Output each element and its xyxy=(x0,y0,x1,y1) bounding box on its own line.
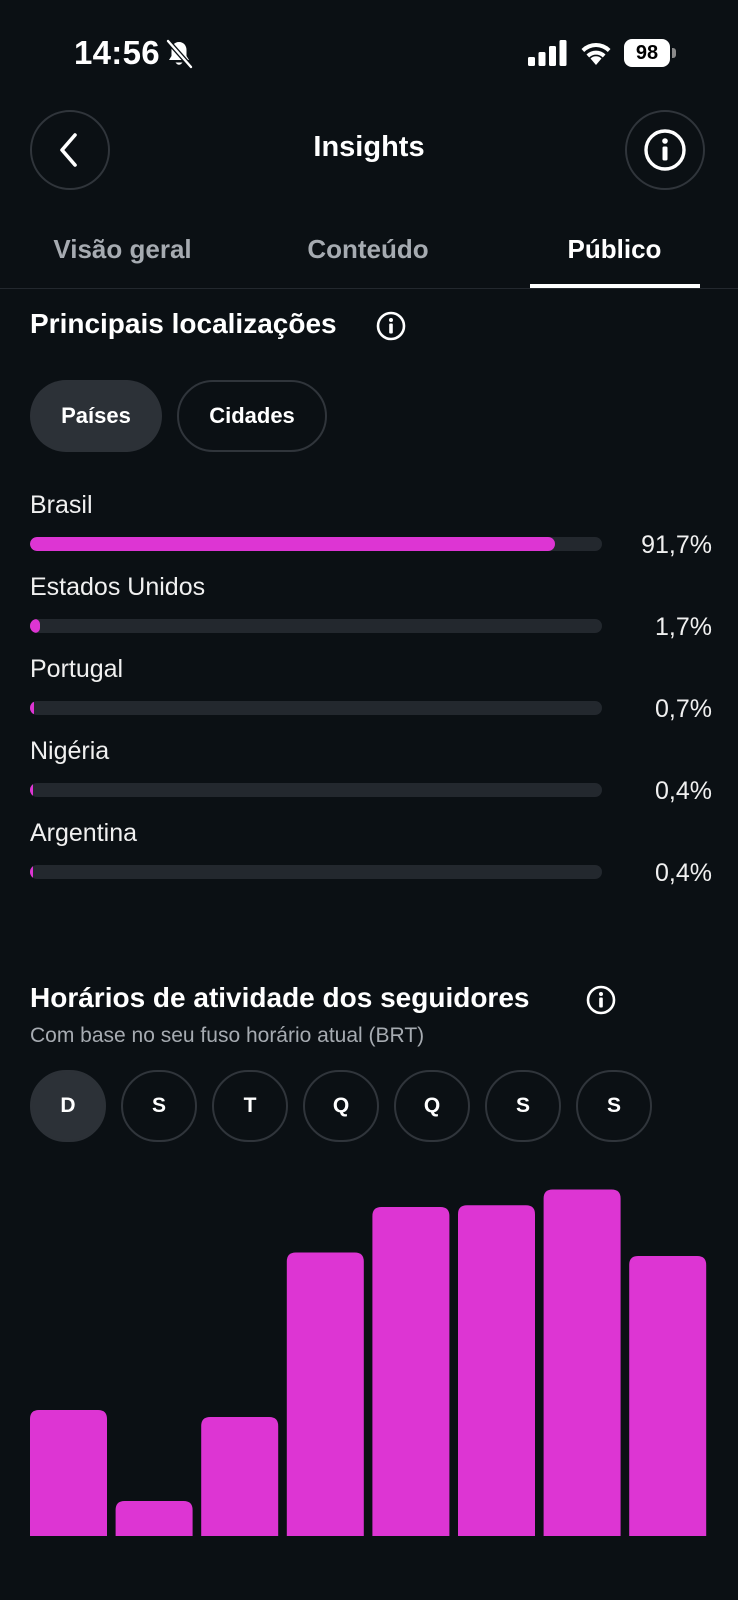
location-bar-fill xyxy=(30,537,555,551)
location-row: Nigéria 0,4% xyxy=(30,737,712,819)
location-bar-track xyxy=(30,537,602,551)
location-bar-track xyxy=(30,701,602,715)
info-button[interactable] xyxy=(625,110,705,190)
battery-icon: 98 xyxy=(624,39,676,67)
activity-bar[interactable] xyxy=(201,1417,279,1536)
activity-bar[interactable] xyxy=(115,1501,193,1536)
filter-paises[interactable]: Países xyxy=(30,380,162,452)
location-bar-track xyxy=(30,865,602,879)
location-name: Nigéria xyxy=(30,737,110,765)
tab-bar: Visão geral Conteúdo Público xyxy=(0,220,738,288)
battery-level: 98 xyxy=(624,39,670,67)
location-percent: 0,4% xyxy=(655,777,712,805)
activity-bar-chart xyxy=(30,1189,707,1537)
day-chip-segunda[interactable]: S xyxy=(121,1070,197,1142)
day-chip-domingo[interactable]: D xyxy=(30,1070,106,1142)
activity-bar[interactable] xyxy=(458,1205,535,1536)
activity-bar[interactable] xyxy=(543,1189,621,1537)
info-icon xyxy=(644,129,686,171)
location-name: Brasil xyxy=(30,491,93,519)
location-bar-fill xyxy=(30,783,33,797)
location-bar-track xyxy=(30,619,602,633)
location-row: Argentina 0,4% xyxy=(30,819,712,901)
insights-screen: 14:56 98 Insights Visão geral Conteúdo P… xyxy=(0,0,738,1600)
location-row: Portugal 0,7% xyxy=(30,655,712,737)
day-chip-quinta[interactable]: Q xyxy=(394,1070,470,1142)
filter-cidades[interactable]: Cidades xyxy=(177,380,327,452)
locations-info-icon[interactable] xyxy=(376,311,406,341)
tab-publico[interactable]: Público xyxy=(491,234,738,265)
day-chip-terca[interactable]: T xyxy=(212,1070,288,1142)
day-chip-quarta[interactable]: Q xyxy=(303,1070,379,1142)
activity-bar[interactable] xyxy=(286,1252,364,1537)
activity-bar[interactable] xyxy=(372,1207,450,1536)
location-percent: 0,4% xyxy=(655,859,712,887)
location-bar-track xyxy=(30,783,602,797)
activity-title: Horários de atividade dos seguidores xyxy=(30,982,530,1013)
day-chip-sexta[interactable]: S xyxy=(485,1070,561,1142)
location-percent: 91,7% xyxy=(641,531,712,559)
cellular-signal-icon xyxy=(528,40,567,66)
status-bar: 14:56 98 xyxy=(0,0,738,100)
battery-tip xyxy=(672,48,676,58)
location-row: Brasil 91,7% xyxy=(30,491,712,573)
locations-title: Principais localizações xyxy=(30,308,337,339)
location-name: Argentina xyxy=(30,819,138,847)
wifi-icon xyxy=(581,42,611,65)
location-name: Estados Unidos xyxy=(30,573,206,601)
activity-bar[interactable] xyxy=(629,1256,707,1536)
location-percent: 1,7% xyxy=(655,613,712,641)
activity-info-icon[interactable] xyxy=(586,985,616,1015)
location-row: Estados Unidos 1,7% xyxy=(30,573,712,655)
tab-conteudo[interactable]: Conteúdo xyxy=(245,234,491,265)
location-name: Portugal xyxy=(30,655,124,683)
activity-bar[interactable] xyxy=(30,1410,107,1536)
location-percent: 0,7% xyxy=(655,695,712,723)
bell-off-icon xyxy=(166,39,193,69)
location-bar-fill xyxy=(30,701,34,715)
status-time: 14:56 xyxy=(74,34,160,71)
location-bar-fill xyxy=(30,865,33,879)
tab-visao-geral[interactable]: Visão geral xyxy=(0,234,245,265)
activity-subtitle: Com base no seu fuso horário atual (BRT) xyxy=(30,1024,425,1047)
location-bar-fill xyxy=(30,619,40,633)
day-chip-sabado[interactable]: S xyxy=(576,1070,652,1142)
tabs-divider xyxy=(0,288,738,289)
